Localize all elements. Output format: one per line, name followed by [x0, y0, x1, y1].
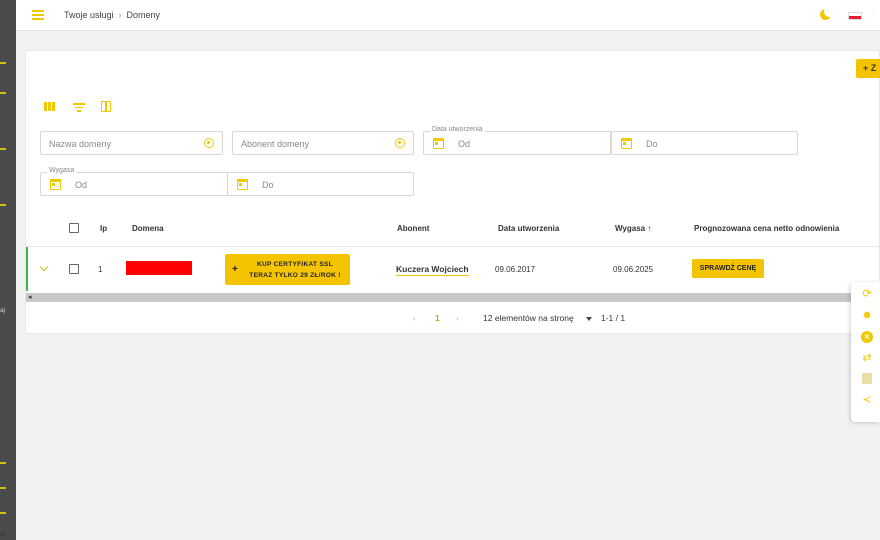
strip-marker: [0, 62, 6, 64]
share-icon[interactable]: ≺: [861, 394, 873, 406]
row-lp: 1: [98, 265, 103, 274]
target-icon[interactable]: [395, 138, 405, 148]
calendar-icon[interactable]: [237, 179, 248, 190]
redacted-domain-name[interactable]: [126, 261, 192, 275]
column-header-expires[interactable]: Wygasa ↑: [615, 224, 651, 233]
column-header-lp[interactable]: lp: [100, 224, 107, 233]
created-to-placeholder: Do: [646, 139, 658, 149]
column-header-created[interactable]: Data utworzenia: [498, 224, 559, 233]
scroll-left-icon[interactable]: ◂: [28, 293, 32, 301]
strip-marker: [0, 512, 6, 514]
breadcrumb-item-services[interactable]: Twoje usługi: [64, 10, 114, 20]
breadcrumb-separator: ›: [118, 10, 122, 20]
expiry-label: Wygasa: [47, 167, 77, 174]
refresh-icon[interactable]: ⟳: [861, 288, 873, 300]
domain-name-placeholder: Nazwa domeny: [49, 139, 112, 149]
prev-page-button[interactable]: ‹: [413, 313, 416, 323]
created-date-label: Data utworzenia: [430, 126, 485, 133]
strip-text: aj: [0, 307, 6, 314]
document-icon[interactable]: [862, 373, 872, 384]
domain-name-input[interactable]: Nazwa domeny: [40, 131, 223, 155]
expiry-to-input[interactable]: Do: [227, 172, 414, 196]
polish-flag-icon[interactable]: [848, 12, 862, 20]
settings-icon[interactable]: ✹: [861, 310, 873, 322]
subscriber-input[interactable]: Abonent domeny: [232, 131, 414, 155]
expiry-from-input[interactable]: Wygasa Od: [40, 167, 228, 196]
current-page[interactable]: 1: [435, 313, 440, 323]
column-header-renewal-price[interactable]: Prognozowana cena netto odnowienia: [694, 224, 839, 233]
top-bar: Twoje usługi › Domeny ◦: [16, 0, 880, 31]
floating-actions: ⟳ ✹ × ⇄ ≺: [851, 282, 880, 422]
row-active-indicator: [26, 247, 28, 291]
strip-marker: [0, 148, 6, 150]
row-expiry-date: 09.06.2025: [613, 265, 654, 274]
plus-icon: +: [232, 264, 238, 275]
add-domain-button[interactable]: + Z: [856, 59, 880, 78]
pagination-range: 1-1 / 1: [601, 313, 626, 323]
expiry-from-placeholder: Od: [75, 180, 88, 190]
ssl-button-line2: TERAZ TYLKO 29 ZŁ/ROK !: [249, 272, 341, 279]
transfer-icon[interactable]: ⇄: [861, 352, 873, 364]
calendar-icon[interactable]: [621, 138, 632, 149]
menu-icon[interactable]: [32, 10, 44, 20]
filter-icon[interactable]: [73, 102, 85, 112]
language-menu[interactable]: ◦: [873, 11, 875, 17]
created-from-placeholder: Od: [458, 139, 471, 149]
column-header-domain[interactable]: Domena: [132, 224, 164, 233]
strip-marker: [0, 204, 6, 206]
created-to-input[interactable]: Do: [611, 131, 798, 155]
domains-card: + Z Nazwa domeny Abonent domeny Data utw…: [25, 50, 880, 334]
breadcrumb-item-domains: Domeny: [126, 10, 161, 20]
target-icon[interactable]: [204, 138, 214, 148]
buy-ssl-button[interactable]: + KUP CERTYFIKAT SSL TERAZ TYLKO 29 ZŁ/R…: [225, 254, 350, 285]
caret-down-icon[interactable]: [586, 317, 592, 321]
subscriber-link[interactable]: Kuczera Wojciech: [396, 264, 469, 276]
per-page-select[interactable]: 12 elementów na stronę: [483, 313, 574, 323]
strip-marker: [0, 462, 6, 464]
calendar-icon[interactable]: [433, 138, 444, 149]
column-header-subscriber[interactable]: Abonent: [397, 224, 429, 233]
next-page-button[interactable]: ›: [456, 313, 459, 323]
table-row: 1 + KUP CERTYFIKAT SSL TERAZ TYLKO 29 ZŁ…: [26, 247, 880, 291]
view-grid-icon[interactable]: [44, 102, 56, 112]
strip-text: ai: [0, 531, 6, 538]
strip-marker: [0, 92, 6, 94]
row-created-date: 09.06.2017: [495, 265, 536, 274]
expiry-to-placeholder: Do: [262, 180, 274, 190]
dark-mode-icon[interactable]: [820, 9, 831, 20]
created-from-input[interactable]: Data utworzenia Od: [423, 126, 611, 155]
ssl-button-line1: KUP CERTYFIKAT SSL: [257, 261, 333, 268]
subscriber-placeholder: Abonent domeny: [241, 139, 310, 149]
left-window-strip: aj ai: [0, 0, 16, 540]
calendar-icon[interactable]: [50, 179, 61, 190]
horizontal-scrollbar[interactable]: ◂: [26, 293, 880, 302]
check-price-button[interactable]: SPRAWDŹ CENĘ: [692, 259, 764, 278]
strip-marker: [0, 487, 6, 489]
breadcrumb: Twoje usługi › Domeny: [64, 10, 160, 20]
columns-icon[interactable]: [101, 101, 111, 112]
select-all-checkbox[interactable]: [69, 223, 79, 233]
chevron-down-icon[interactable]: [39, 262, 49, 272]
row-checkbox[interactable]: [69, 264, 79, 274]
cancel-icon[interactable]: ×: [861, 331, 873, 343]
